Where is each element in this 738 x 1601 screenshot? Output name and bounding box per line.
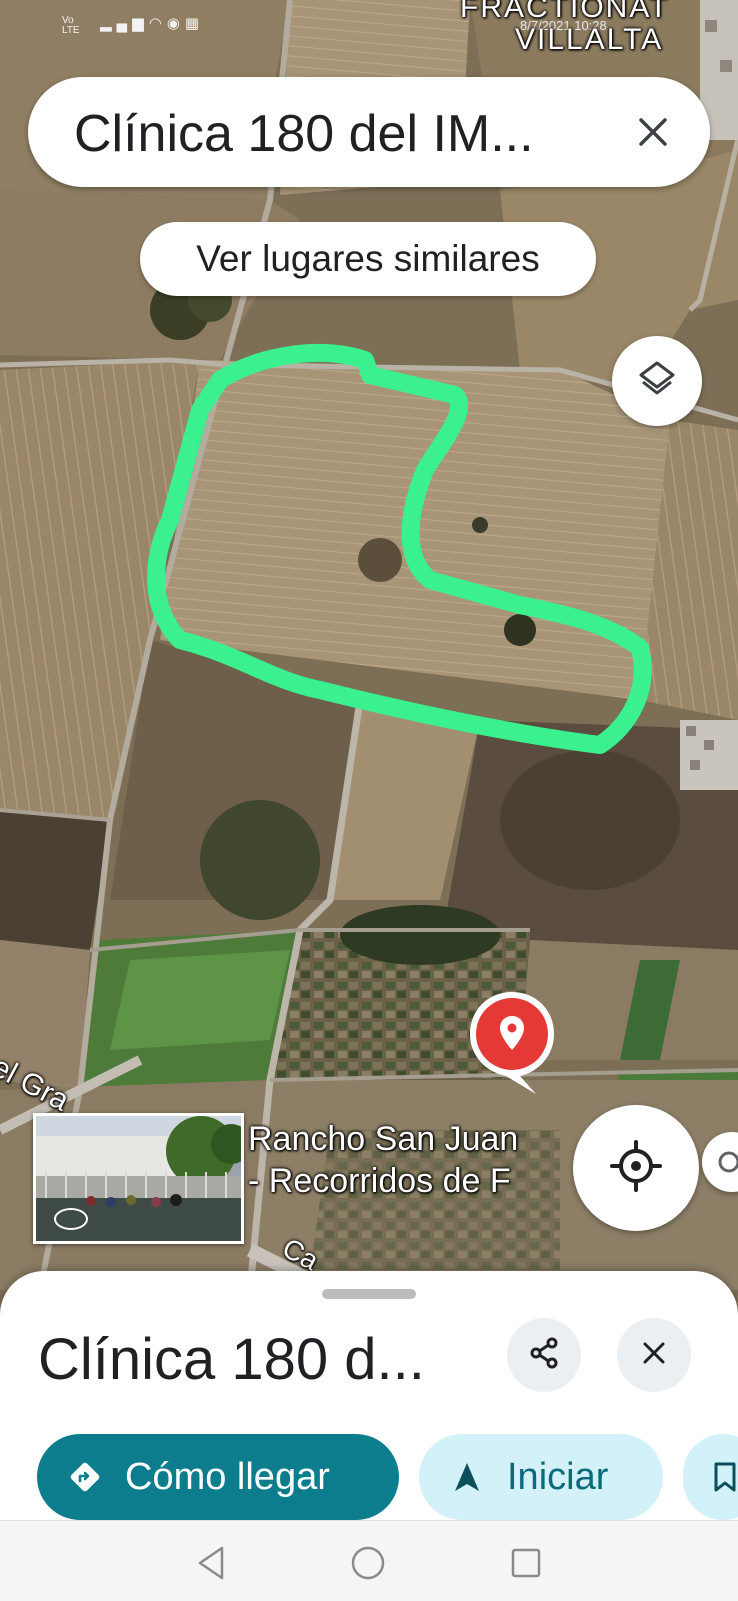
close-icon[interactable] <box>622 101 684 163</box>
street-view-360-icon <box>54 1208 88 1230</box>
place-bottom-sheet[interactable]: Clínica 180 d... Cómo llegar Iniciar <box>0 1271 738 1526</box>
app-icon: ◉ <box>166 15 185 32</box>
place-label[interactable]: Rancho San Juan - Recorridos de F <box>248 1118 518 1202</box>
recents-square-icon[interactable] <box>506 1543 546 1583</box>
network-type: Vo LTE <box>62 15 80 36</box>
status-icons: ▂▄▆◠◉▦ <box>100 14 204 32</box>
start-label: Iniciar <box>507 1455 609 1498</box>
location-pin-icon[interactable] <box>464 988 560 1098</box>
start-button[interactable]: Iniciar <box>419 1434 663 1520</box>
street-view-thumbnail[interactable] <box>33 1113 244 1244</box>
my-location-button[interactable] <box>573 1105 699 1231</box>
share-button[interactable] <box>507 1318 581 1392</box>
directions-icon <box>67 1459 103 1495</box>
place-title: Clínica 180 d... <box>38 1327 425 1392</box>
wifi-icon: ◠ <box>148 15 167 32</box>
layers-icon <box>635 357 679 406</box>
share-icon <box>527 1336 561 1375</box>
sheet-close-button[interactable] <box>617 1318 691 1392</box>
home-circle-icon[interactable] <box>348 1543 388 1583</box>
map-label-neighborhood: FRACTIONAT VILLALTA <box>460 0 670 56</box>
back-triangle-icon[interactable] <box>192 1543 232 1583</box>
directions-button[interactable]: Cómo llegar <box>37 1434 399 1520</box>
my-location-icon <box>610 1139 662 1197</box>
navigation-arrow-icon <box>453 1461 481 1493</box>
sheet-drag-handle[interactable] <box>322 1289 416 1299</box>
directions-label: Cómo llegar <box>125 1455 330 1498</box>
bookmark-icon <box>713 1461 737 1493</box>
calendar-icon: ▦ <box>184 15 205 32</box>
similar-places-chip[interactable]: Ver lugares similares <box>140 222 596 296</box>
search-bar[interactable]: Clínica 180 del IM... <box>28 77 710 187</box>
signal-icon: ▂▄▆ <box>100 15 149 32</box>
save-button[interactable] <box>683 1434 738 1520</box>
layers-button[interactable] <box>612 336 702 426</box>
close-icon <box>642 1341 666 1370</box>
search-query[interactable]: Clínica 180 del IM... <box>74 104 534 164</box>
system-navigation-bar <box>0 1520 738 1601</box>
